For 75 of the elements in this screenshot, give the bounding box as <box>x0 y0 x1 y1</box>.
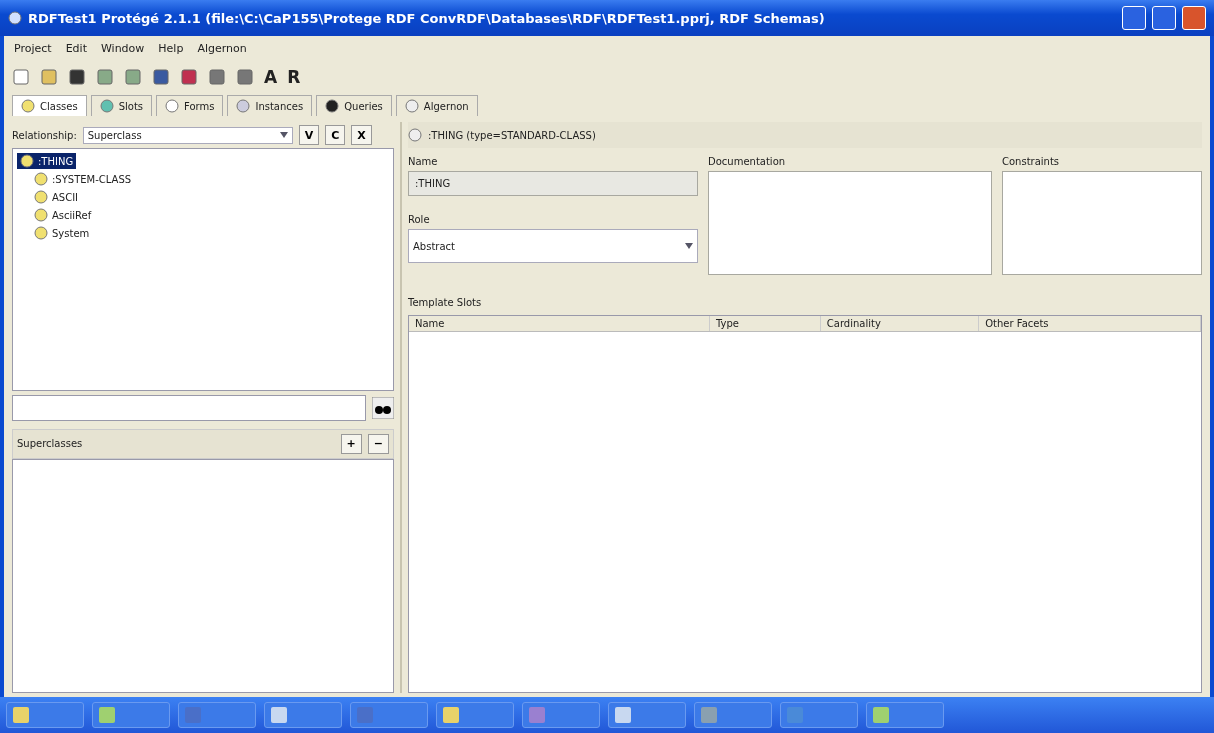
app-icon <box>8 11 22 25</box>
class-icon <box>34 226 48 240</box>
tree-item[interactable]: System <box>31 225 93 241</box>
tab-icon <box>99 99 114 113</box>
tool-button[interactable]: X <box>351 125 372 145</box>
class-icon <box>34 172 48 186</box>
taskbar-button[interactable] <box>178 702 256 728</box>
documentation-label: Documentation <box>708 156 787 167</box>
menu-item[interactable]: Help <box>158 42 184 55</box>
maximize-button[interactable] <box>1152 6 1176 30</box>
taskbar-button[interactable] <box>608 702 686 728</box>
toolbar-icon[interactable] <box>180 68 198 86</box>
list-button[interactable]: − <box>367 433 389 454</box>
relationship-label: Relationship: <box>12 129 77 141</box>
menu-item[interactable]: Edit <box>65 42 87 55</box>
tab[interactable]: Queries <box>316 95 392 116</box>
class-icon <box>20 154 34 168</box>
tab-icon <box>404 99 419 113</box>
close-button[interactable] <box>1182 6 1206 30</box>
toolbar-icon[interactable] <box>152 68 170 86</box>
template-slots-label: Template Slots <box>408 296 482 308</box>
taskbar-button[interactable] <box>92 702 170 728</box>
binoculars-icon[interactable] <box>372 396 394 419</box>
tab[interactable]: Algernon <box>395 95 478 116</box>
toolbar-letter[interactable]: R <box>287 67 301 87</box>
toolbar-letter[interactable]: A <box>264 67 278 87</box>
taskbar-button[interactable] <box>522 702 600 728</box>
name-field[interactable]: :THING <box>408 171 698 196</box>
tab[interactable]: Forms <box>156 95 224 116</box>
taskbar-button[interactable] <box>780 702 858 728</box>
tab-icon <box>21 99 35 113</box>
taskbar-button[interactable] <box>436 702 514 728</box>
tab[interactable]: Classes <box>12 95 87 116</box>
taskbar-button[interactable] <box>866 702 944 728</box>
taskbar-button[interactable] <box>350 702 428 728</box>
toolbar-icon[interactable] <box>68 68 86 86</box>
taskbar-button[interactable] <box>264 702 342 728</box>
tool-button[interactable]: C <box>325 125 346 145</box>
column-header[interactable]: Other Facets <box>979 316 1201 331</box>
taskbar-button[interactable] <box>694 702 772 728</box>
tab-icon <box>165 99 180 113</box>
column-header[interactable]: Cardinality <box>820 316 980 331</box>
class-icon <box>34 190 48 204</box>
caret-icon <box>685 243 693 249</box>
search-field[interactable] <box>12 394 366 421</box>
class-icon <box>34 208 48 222</box>
menu-item[interactable]: Window <box>100 42 145 55</box>
tab[interactable]: Instances <box>227 95 313 116</box>
tab-icon <box>325 99 340 113</box>
menu-item[interactable]: Project <box>14 42 52 55</box>
tool-button[interactable]: V <box>298 125 320 145</box>
tab[interactable]: Slots <box>90 95 153 116</box>
column-header[interactable]: Name <box>409 316 710 331</box>
name-label: Name <box>408 156 439 167</box>
tree-item[interactable]: :THING <box>17 153 77 169</box>
minimize-button[interactable] <box>1122 6 1146 30</box>
class-header: :THING (type=STANDARD-CLASS) <box>428 129 596 141</box>
tab-icon <box>236 99 251 113</box>
relationship-dropdown[interactable]: Superclass <box>82 126 293 144</box>
menu-item[interactable]: Algernon <box>197 42 247 55</box>
role-dropdown[interactable]: Abstract <box>408 229 698 263</box>
class-icon <box>408 128 422 142</box>
tree-item[interactable]: AsciiRef <box>31 207 95 223</box>
role-label: Role <box>408 214 431 225</box>
documentation-field[interactable] <box>708 171 992 275</box>
list-button[interactable]: + <box>340 433 362 454</box>
caret-icon <box>279 132 288 138</box>
constraints-label: Constraints <box>1002 156 1061 167</box>
constraints-field[interactable] <box>1002 171 1202 275</box>
taskbar-button[interactable] <box>6 702 84 728</box>
tree-item[interactable]: :SYSTEM-CLASS <box>31 171 135 187</box>
column-header[interactable]: Type <box>709 316 821 331</box>
window-title: RDFTest1 Protégé 2.1.1 (file:\C:\CaP155\Protege RDF ConvRDF\Databases\RDF\RDFTest1.pprj, RDF Schemas) <box>28 10 826 26</box>
tree-item[interactable]: ASCII <box>31 189 82 205</box>
superclasses-label: Superclasses <box>17 438 83 449</box>
